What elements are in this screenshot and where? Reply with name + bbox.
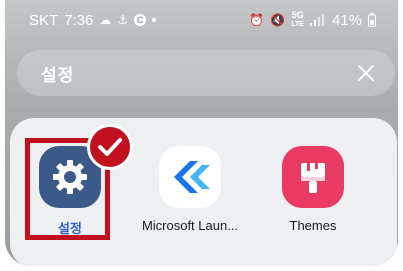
carrier: SKT [29, 11, 59, 29]
close-icon[interactable] [355, 62, 377, 84]
data-5g-icon: 5G LTE [291, 11, 304, 29]
signal-icon [309, 14, 324, 26]
dot-icon [152, 18, 157, 22]
status-right: ⏰ 🔇 5G LTE 41% [249, 11, 376, 29]
app-label: Themes [289, 218, 337, 233]
mute-icon: 🔇 [270, 13, 286, 27]
search-input[interactable]: 설정 [41, 61, 355, 86]
alarm-icon: ⏰ [249, 13, 265, 27]
c-app-icon: C [134, 14, 147, 26]
app-microsoft-launcher[interactable]: Microsoft Laun... [130, 146, 250, 233]
app-themes[interactable]: Themes [253, 146, 373, 233]
clock: 7:36 [64, 11, 94, 29]
checkmark-icon [87, 124, 133, 170]
app-label: Microsoft Laun... [141, 218, 239, 233]
paintbrush-icon[interactable] [282, 146, 344, 208]
cloud-icon: ☁ [99, 13, 112, 27]
search-bar[interactable]: 설정 [17, 50, 395, 96]
status-left: SKT 7:36 ☁ ⚓ C [29, 11, 157, 29]
microsoft-launcher-icon[interactable] [159, 146, 221, 208]
status-bar: SKT 7:36 ☁ ⚓ C ⏰ 🔇 5G LTE 41% [5, 0, 398, 40]
network-type: 5G [291, 10, 304, 20]
battery-percent: 41% [331, 11, 362, 29]
phone-screen: SKT 7:36 ☁ ⚓ C ⏰ 🔇 5G LTE 41% 설정 설정 Micr… [5, 0, 398, 266]
android-badge-icon: ⚓ [117, 13, 129, 27]
network-sub: LTE [291, 21, 304, 28]
battery-icon [368, 13, 376, 27]
